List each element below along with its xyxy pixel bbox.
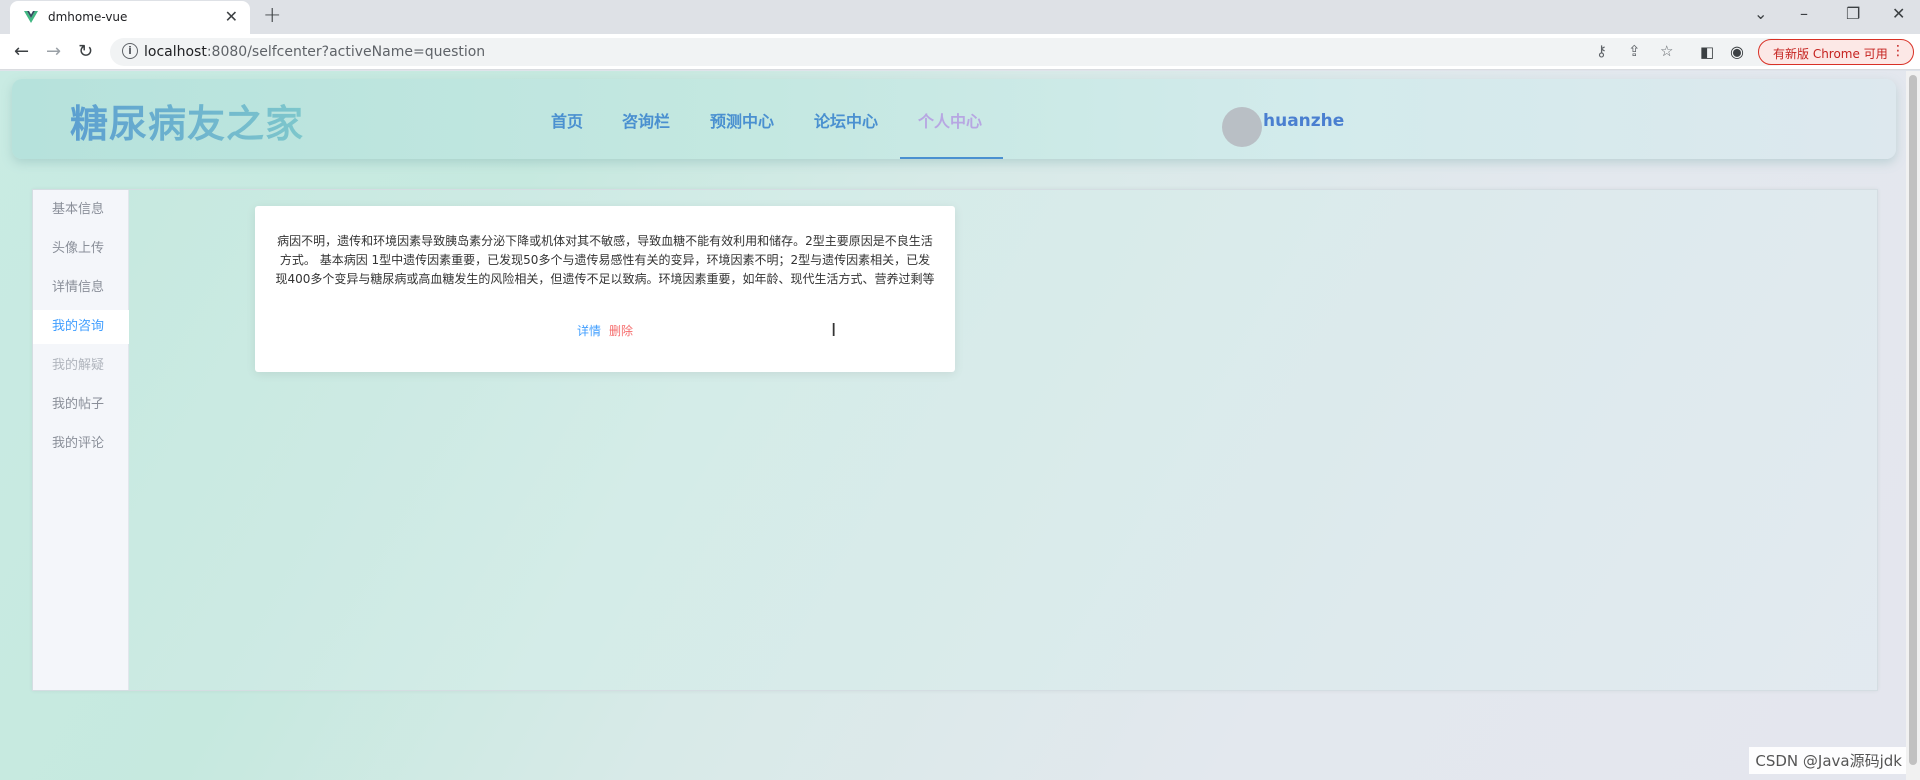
browser-tab-bar: dmhome-vue ✕ + ⌄ – ❐ ✕ [0, 0, 1920, 34]
bookmark-star-icon[interactable]: ☆ [1660, 42, 1673, 60]
site-logo[interactable]: 糖尿病友之家 [70, 93, 304, 148]
sidebar-item-avatar-upload[interactable]: 头像上传 [33, 232, 129, 266]
watermark: CSDN @Java源码jdk [1749, 747, 1908, 774]
personal-center-panel: 基本信息 头像上传 详情信息 我的咨询 我的解疑 我的帖子 我的评论 病因不明，… [32, 189, 1878, 691]
new-tab-button[interactable]: + [263, 3, 281, 28]
question-card: 病因不明，遗传和环境因素导致胰岛素分泌下降或机体对其不敏感，导致血糖不能有效利用… [255, 206, 955, 372]
sidebar-item-my-comments[interactable]: 我的评论 [33, 427, 129, 461]
tab-search-icon[interactable]: ⌄ [1754, 4, 1767, 23]
nav-consult[interactable]: 咨询栏 [622, 108, 670, 132]
question-text: 病因不明，遗传和环境因素导致胰岛素分泌下降或机体对其不敏感，导致血糖不能有效利用… [275, 234, 935, 286]
nav-prediction[interactable]: 预测中心 [710, 108, 774, 132]
tab-close-icon[interactable]: ✕ [225, 7, 238, 26]
minimize-button[interactable]: – [1800, 4, 1808, 23]
sidebar-item-my-answers[interactable]: 我的解疑 [33, 349, 129, 383]
more-menu-icon[interactable]: ⋮ [1891, 43, 1905, 59]
back-icon[interactable]: ← [14, 41, 29, 62]
page-scrollbar[interactable] [1906, 71, 1920, 780]
update-label: 有新版 Chrome 可用 [1773, 47, 1888, 61]
forward-icon[interactable]: → [46, 41, 61, 62]
nav-forum[interactable]: 论坛中心 [814, 108, 878, 132]
close-window-button[interactable]: ✕ [1892, 4, 1905, 23]
delete-link[interactable]: 删除 [609, 324, 633, 338]
detail-link[interactable]: 详情 [577, 324, 601, 338]
vue-logo-icon [24, 11, 38, 23]
avatar[interactable] [1222, 107, 1262, 147]
nav-personal-center[interactable]: 个人中心 [918, 108, 982, 132]
address-bar[interactable]: i localhost:8080/selfcenter?activeName=q… [110, 38, 1790, 66]
nav-active-indicator [900, 157, 1003, 159]
scrollbar-thumb[interactable] [1909, 75, 1917, 765]
tab-title: dmhome-vue [48, 10, 128, 24]
side-panel-icon[interactable]: ◧ [1700, 43, 1714, 61]
username[interactable]: huanzhe [1263, 111, 1344, 131]
page-viewport: 糖尿病友之家 首页 咨询栏 预测中心 论坛中心 个人中心 huanzhe 基本信… [0, 71, 1920, 780]
key-icon[interactable]: ⚷ [1596, 42, 1607, 60]
share-icon[interactable]: ⇪ [1628, 42, 1641, 60]
card-actions: 详情 删除 [255, 322, 955, 339]
site-info-icon[interactable]: i [122, 43, 138, 59]
sidebar-item-basic-info[interactable]: 基本信息 [33, 193, 129, 227]
browser-toolbar: ← → ↻ i localhost:8080/selfcenter?active… [0, 34, 1920, 70]
browser-tab[interactable]: dmhome-vue ✕ [10, 1, 250, 34]
sidebar-item-my-questions[interactable]: 我的咨询 [33, 310, 129, 344]
sidebar-item-details[interactable]: 详情信息 [33, 271, 129, 305]
reload-icon[interactable]: ↻ [78, 41, 93, 62]
site-header: 糖尿病友之家 首页 咨询栏 预测中心 论坛中心 个人中心 huanzhe [12, 79, 1896, 159]
chrome-update-button[interactable]: 有新版 Chrome 可用 ⋮ [1758, 39, 1914, 65]
sidebar-menu: 基本信息 头像上传 详情信息 我的咨询 我的解疑 我的帖子 我的评论 [33, 190, 129, 690]
sidebar-item-my-posts[interactable]: 我的帖子 [33, 388, 129, 422]
nav-home[interactable]: 首页 [551, 108, 583, 132]
text-cursor-icon: I [831, 320, 837, 341]
restore-button[interactable]: ❐ [1846, 4, 1860, 23]
url-text: localhost:8080/selfcenter?activeName=que… [144, 44, 486, 60]
profile-icon[interactable]: ◉ [1730, 42, 1744, 61]
